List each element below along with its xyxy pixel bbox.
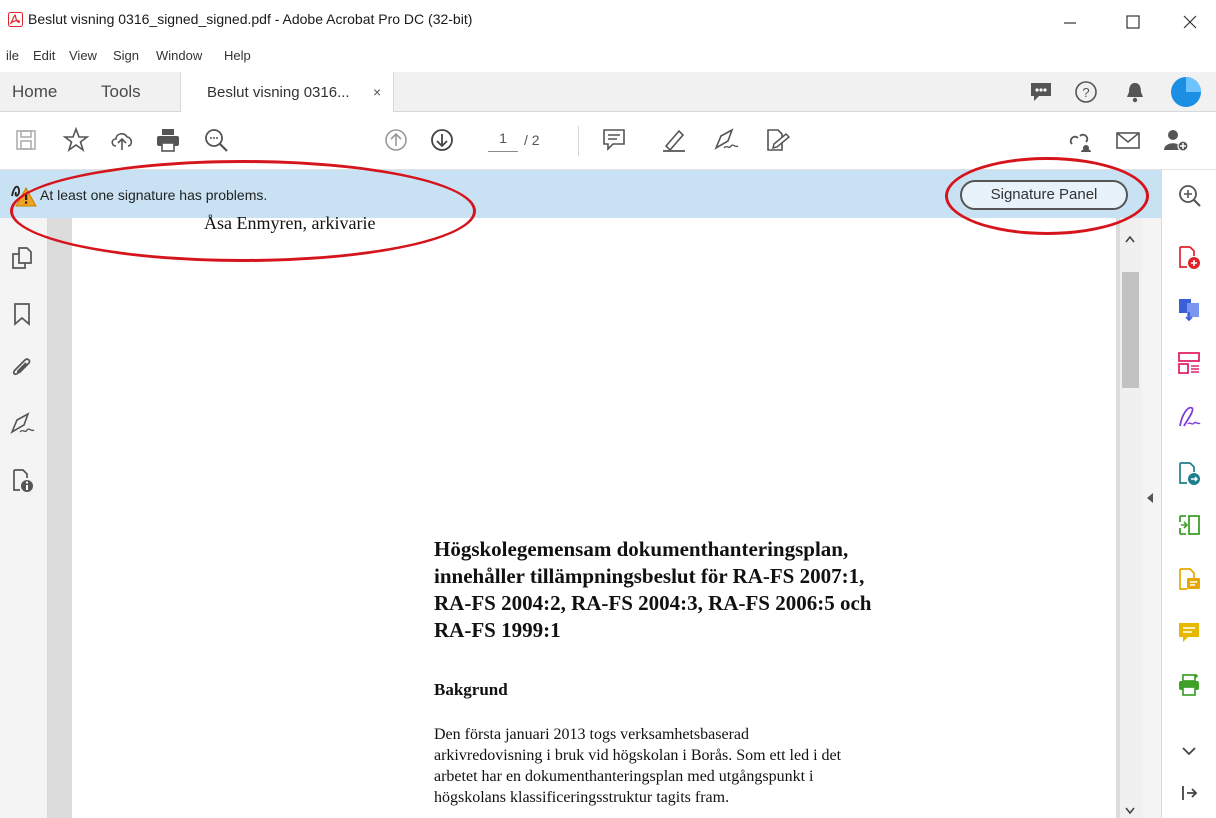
document-title: Högskolegemensam dokumenthanteringsplan,…: [434, 536, 994, 644]
document-title-line: RA-FS 1999:1: [434, 618, 561, 642]
body-line: arbetet har en dokumenthanteringsplan me…: [434, 768, 814, 785]
chat-icon[interactable]: [1028, 80, 1054, 104]
help-icon[interactable]: ?: [1074, 80, 1098, 104]
left-navigation-rail: [0, 218, 66, 818]
document-title-line: Högskolegemensam dokumenthanteringsplan,: [434, 537, 849, 561]
attachments-icon[interactable]: [8, 354, 36, 382]
document-body: Den första januari 2013 togs verksamhets…: [434, 724, 994, 808]
organize-pages-icon[interactable]: [1176, 350, 1202, 376]
toolbar-divider: [578, 126, 579, 156]
signature-panel-highlight-ellipse: [945, 157, 1149, 235]
save-icon[interactable]: [12, 126, 40, 154]
page-thumbnails-icon[interactable]: [8, 244, 36, 272]
title-bar: Beslut visning 0316_signed_signed.pdf - …: [0, 0, 1216, 46]
document-title-line: RA-FS 2004:2, RA-FS 2004:3, RA-FS 2006:5…: [434, 591, 872, 615]
print-icon[interactable]: [154, 126, 182, 154]
document-info-icon[interactable]: [8, 466, 36, 494]
scroll-down-arrow-icon[interactable]: [1124, 806, 1136, 816]
minimize-button[interactable]: [1058, 10, 1082, 34]
edit-pdf-icon[interactable]: [1176, 460, 1202, 486]
close-icon: [1183, 15, 1197, 29]
email-icon[interactable]: [1114, 126, 1142, 154]
print-production-icon[interactable]: [1176, 672, 1202, 698]
signatures-icon[interactable]: [8, 410, 36, 438]
comment-tool-icon[interactable]: [1176, 620, 1202, 646]
share-link-icon[interactable]: [1066, 126, 1094, 154]
sign-icon[interactable]: [712, 126, 740, 154]
menu-bar: ile Edit View Sign Window Help: [0, 46, 1216, 72]
bookmarks-icon[interactable]: [8, 300, 36, 328]
collapse-right-arrow-icon[interactable]: [1145, 492, 1155, 504]
upload-icon[interactable]: [108, 126, 136, 154]
maximize-button[interactable]: [1121, 10, 1145, 34]
page-up-icon[interactable]: [382, 126, 410, 154]
export-pdf-icon[interactable]: [1176, 296, 1202, 322]
notification-bell-icon[interactable]: [1124, 80, 1146, 104]
menu-window[interactable]: Window: [156, 48, 202, 63]
page-number-input[interactable]: 1: [488, 130, 518, 152]
menu-file[interactable]: ile: [6, 48, 19, 63]
comment-icon[interactable]: [600, 126, 628, 154]
add-user-icon[interactable]: [1162, 126, 1190, 154]
minimize-icon: [1064, 22, 1076, 24]
fill-sign-icon[interactable]: [762, 126, 790, 154]
scrollbar-thumb[interactable]: [1122, 272, 1139, 388]
page-total: / 2: [524, 132, 540, 148]
highlight-pen-icon[interactable]: [660, 126, 688, 154]
tab-close-button[interactable]: ×: [373, 84, 381, 100]
tab-home[interactable]: Home: [12, 82, 57, 102]
document-gutter: [48, 218, 72, 818]
maximize-icon: [1126, 15, 1140, 29]
menu-view[interactable]: View: [69, 48, 97, 63]
window-title: Beslut visning 0316_signed_signed.pdf - …: [28, 11, 473, 27]
warning-highlight-ellipse: [10, 160, 476, 262]
acrobat-pdf-icon: [8, 12, 23, 27]
close-button[interactable]: [1178, 10, 1202, 34]
body-line: arkivredovisning i bruk vid högskolan i …: [434, 747, 842, 764]
section-heading: Bakgrund: [434, 680, 508, 699]
svg-text:?: ?: [1082, 85, 1089, 100]
tab-document-label: Beslut visning 0316...: [207, 84, 350, 101]
fill-and-sign-icon[interactable]: [1176, 404, 1202, 430]
bookmark-star-icon[interactable]: [62, 126, 90, 154]
scroll-up-arrow-icon[interactable]: [1124, 234, 1136, 244]
more-tools-chevron-icon[interactable]: [1176, 738, 1202, 764]
tab-tools[interactable]: Tools: [101, 82, 141, 102]
tab-bar: Home Tools Beslut visning 0316... × ?: [0, 72, 1216, 112]
right-tools-rail: [1161, 170, 1216, 818]
page-down-icon[interactable]: [428, 126, 456, 154]
right-panel-collapse-strip: [1142, 218, 1161, 818]
compare-files-icon[interactable]: [1176, 512, 1202, 538]
body-line: Den första januari 2013 togs verksamhets…: [434, 726, 750, 743]
menu-help[interactable]: Help: [224, 48, 251, 63]
zoom-icon[interactable]: [1176, 182, 1202, 208]
menu-sign[interactable]: Sign: [113, 48, 139, 63]
document-title-line: innehåller tillämpningsbeslut för RA-FS …: [434, 564, 865, 588]
user-avatar-icon[interactable]: [1170, 76, 1202, 108]
collapse-panel-icon[interactable]: [1176, 780, 1202, 806]
create-pdf-icon[interactable]: [1176, 244, 1202, 270]
tab-document[interactable]: Beslut visning 0316... ×: [180, 72, 394, 112]
comment-review-icon[interactable]: [1176, 566, 1202, 592]
menu-edit[interactable]: Edit: [33, 48, 55, 63]
zoom-search-icon[interactable]: [202, 126, 230, 154]
body-line: högskolans klassificeringsstruktur tagit…: [434, 789, 730, 806]
